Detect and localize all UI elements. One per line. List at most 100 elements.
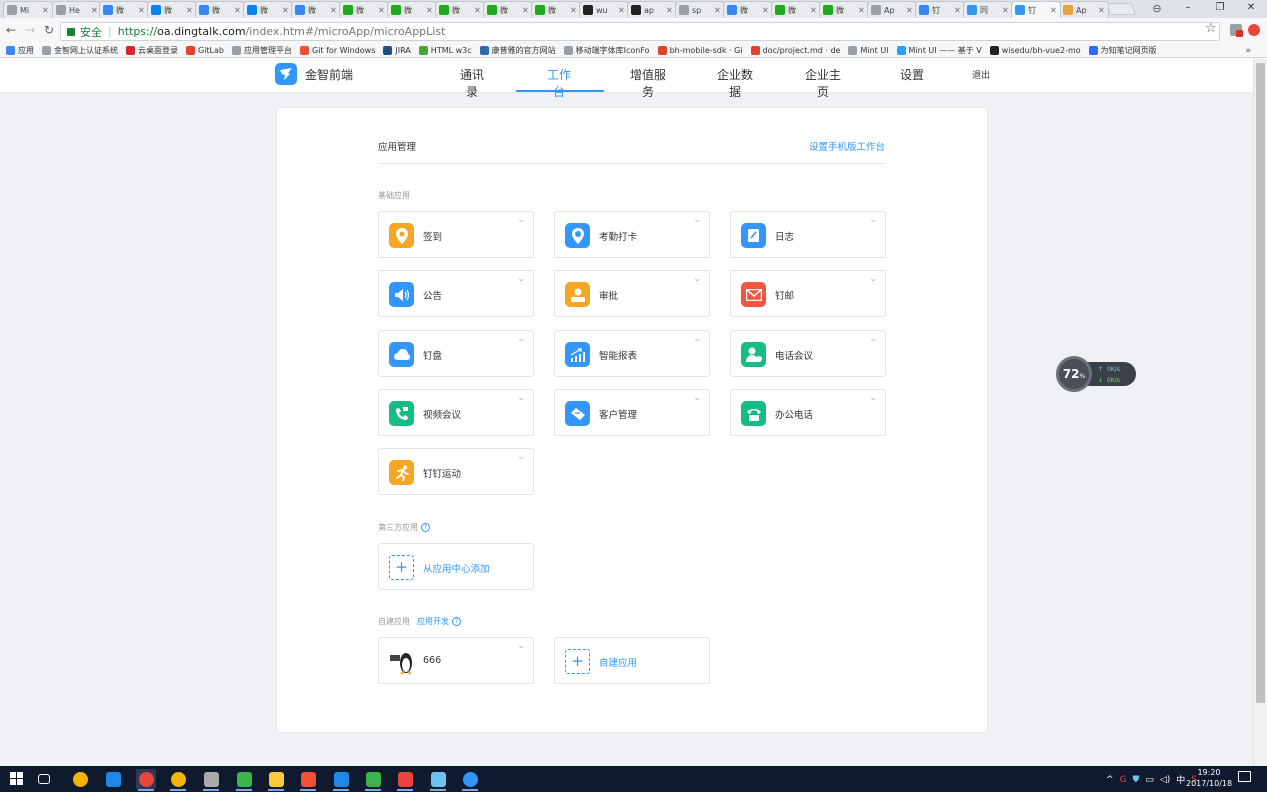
chevron-down-icon[interactable]: ⌄ — [517, 274, 526, 283]
chevron-down-icon[interactable]: ⌄ — [517, 452, 526, 461]
bookmark-item[interactable]: 应用 — [6, 45, 34, 56]
logout-link[interactable]: 退出 — [972, 68, 990, 81]
help-icon[interactable]: ? — [421, 523, 430, 532]
new-tab-button[interactable] — [1105, 3, 1137, 15]
nav-settings[interactable]: 设置 — [900, 66, 924, 83]
bookmark-item[interactable]: 金智网上认证系统 — [42, 45, 118, 56]
nav-contacts[interactable]: 通讯录 — [455, 66, 489, 100]
browser-tab[interactable]: 微 ✕ — [819, 1, 869, 18]
tab-close-icon[interactable]: ✕ — [378, 6, 385, 15]
browser-tab[interactable]: 钉 ✕ — [1011, 1, 1061, 18]
bookmark-item[interactable]: Mint UI —— 基于 V — [896, 45, 982, 56]
taskbar-edge-icon[interactable] — [103, 769, 123, 789]
volume-icon[interactable]: ◁) — [1160, 775, 1170, 785]
chevron-down-icon[interactable]: ⌄ — [517, 641, 526, 650]
browser-tab[interactable]: 微 ✕ — [243, 1, 293, 18]
browser-tab[interactable]: 微 ✕ — [99, 1, 149, 18]
bookmarks-overflow-button[interactable]: » — [1245, 44, 1251, 58]
app-tile[interactable]: 办公电话 ⌄ — [730, 389, 886, 436]
bookmark-item[interactable]: JIRA — [383, 46, 411, 55]
browser-tab[interactable]: He ✕ — [52, 1, 102, 18]
chevron-down-icon[interactable]: ⌄ — [517, 334, 526, 343]
bookmark-item[interactable]: 为知笔记网页版 — [1088, 45, 1157, 56]
chevron-down-icon[interactable]: ⌄ — [517, 393, 526, 402]
bookmark-item[interactable]: wisedu/bh-vue2-mo — [989, 46, 1081, 55]
bookmark-item[interactable]: doc/project.md · de — [750, 46, 840, 55]
tab-close-icon[interactable]: ✕ — [330, 6, 337, 15]
adblock-extension-icon[interactable] — [1248, 24, 1260, 36]
taskbar-chrome-canary-icon[interactable] — [168, 769, 188, 791]
maximize-button[interactable]: ❐ — [1204, 0, 1236, 18]
app-tile[interactable]: 钉钉运动 ⌄ — [378, 448, 534, 495]
taskbar-sourcetree-icon[interactable] — [234, 769, 254, 791]
app-tile[interactable]: 日志 ⌄ — [730, 211, 886, 258]
chevron-down-icon[interactable]: ⌄ — [517, 215, 526, 224]
chevron-down-icon[interactable]: ⌄ — [869, 215, 878, 224]
bookmark-item[interactable]: Git for Windows — [300, 46, 375, 55]
tab-close-icon[interactable]: ✕ — [906, 6, 913, 15]
tab-close-icon[interactable]: ✕ — [282, 6, 289, 15]
custom-app-tile[interactable]: 666 ⌄ — [378, 637, 534, 684]
tab-close-icon[interactable]: ✕ — [1050, 6, 1057, 15]
tab-close-icon[interactable]: ✕ — [426, 6, 433, 15]
network-icon[interactable]: ▭ — [1145, 775, 1154, 785]
create-custom-app-tile[interactable]: + 自建应用 — [554, 637, 710, 684]
add-from-app-center-tile[interactable]: + 从应用中心添加 — [378, 543, 534, 590]
tab-close-icon[interactable]: ✕ — [234, 6, 241, 15]
chevron-down-icon[interactable]: ⌄ — [693, 274, 702, 283]
action-center-icon[interactable] — [1238, 771, 1251, 782]
corp-name[interactable]: 金智前端 — [305, 66, 353, 83]
nav-enterprise-data[interactable]: 企业数据 — [713, 66, 757, 100]
page-scrollbar-thumb[interactable] — [1256, 63, 1265, 703]
chevron-down-icon[interactable]: ⌄ — [693, 215, 702, 224]
browser-tab[interactable]: 微 ✕ — [771, 1, 821, 18]
reload-icon[interactable]: ↻ — [42, 23, 56, 37]
browser-tab[interactable]: 微 ✕ — [723, 1, 773, 18]
browser-tab[interactable]: Mi ✕ — [3, 1, 53, 18]
nav-workbench[interactable]: 工作台 — [542, 66, 576, 100]
browser-tab[interactable]: 钉 ✕ — [915, 1, 965, 18]
taskbar-clock[interactable]: 19:20 2017/10/18 — [1186, 767, 1232, 789]
windows-start-icon[interactable] — [10, 772, 23, 785]
taskbar-code-editor-icon[interactable] — [363, 769, 383, 791]
chevron-down-icon[interactable]: ⌄ — [693, 393, 702, 402]
tray-shield-icon[interactable]: ⛊ — [1133, 775, 1140, 785]
tray-chevron-icon[interactable]: ^ — [1106, 775, 1114, 785]
net-speed-widget[interactable]: 72% ↑ 0K/s ↓ 0K/s — [1056, 356, 1136, 392]
forward-arrow-icon[interactable]: → — [23, 23, 37, 37]
tab-close-icon[interactable]: ✕ — [522, 6, 529, 15]
tab-close-icon[interactable]: ✕ — [954, 6, 961, 15]
browser-tab[interactable]: Ap ✕ — [867, 1, 917, 18]
nav-enterprise-home[interactable]: 企业主页 — [801, 66, 845, 100]
bookmark-item[interactable]: Mint UI — [848, 46, 889, 55]
taskbar-screenshot-icon[interactable] — [428, 769, 448, 791]
bookmark-item[interactable]: 康普雅的官方网站 — [479, 45, 556, 56]
bookmark-item[interactable]: 应用管理平台 — [232, 45, 292, 56]
tab-close-icon[interactable]: ✕ — [1098, 6, 1105, 15]
taskbar-dingtalk-icon[interactable] — [460, 769, 480, 791]
taskbar-explorer-icon[interactable] — [266, 769, 286, 791]
account-icon[interactable]: ⊖ — [1150, 2, 1164, 16]
app-tile[interactable]: 智能报表 ⌄ — [554, 330, 710, 377]
browser-tab[interactable]: 微 ✕ — [387, 1, 437, 18]
app-dev-link[interactable]: 应用开发 — [417, 616, 449, 627]
browser-tab[interactable]: 微 ✕ — [435, 1, 485, 18]
mobile-workbench-link[interactable]: 设置手机版工作台 — [809, 139, 885, 153]
taskbar-task-view-icon[interactable] — [34, 769, 54, 789]
browser-tab[interactable]: 微 ✕ — [531, 1, 581, 18]
app-tile[interactable]: 钉盘 ⌄ — [378, 330, 534, 377]
tab-close-icon[interactable]: ✕ — [138, 6, 145, 15]
browser-tab[interactable]: sp ✕ — [675, 1, 725, 18]
ime-indicator[interactable]: 中 — [1176, 773, 1185, 786]
tab-close-icon[interactable]: ✕ — [666, 6, 673, 15]
bookmark-item[interactable]: 移动端字体库IconFo — [563, 45, 650, 56]
browser-tab[interactable]: 微 ✕ — [291, 1, 341, 18]
tab-close-icon[interactable]: ✕ — [474, 6, 481, 15]
minimize-button[interactable]: – — [1172, 0, 1204, 18]
tab-close-icon[interactable]: ✕ — [42, 6, 49, 15]
chevron-down-icon[interactable]: ⌄ — [693, 334, 702, 343]
browser-tab[interactable]: ap ✕ — [627, 1, 677, 18]
app-tile[interactable]: 考勤打卡 ⌄ — [554, 211, 710, 258]
bookmark-item[interactable]: bh-mobile-sdk · Gi — [657, 46, 743, 55]
url-input[interactable]: 安全 | https://oa.dingtalk.com/index.htm#/… — [60, 22, 1220, 41]
